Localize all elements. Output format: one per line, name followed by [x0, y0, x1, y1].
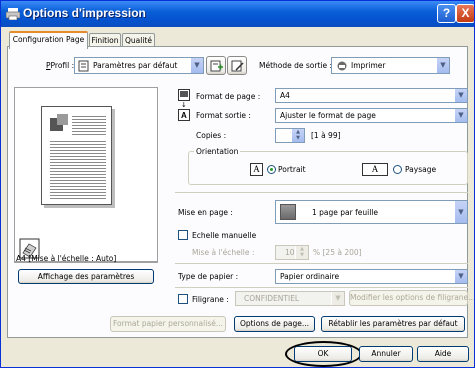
landscape-icon: A [362, 163, 388, 176]
paper-type-label: Type de papier : [178, 272, 239, 281]
preview-graphic [50, 114, 69, 134]
manual-scale-checkbox[interactable] [178, 230, 188, 240]
restore-defaults-button[interactable]: Rétablir les paramètres par défaut [321, 316, 465, 332]
page-setup-panel: PProfil : Paramètres par défaut ▼ Méthod… [7, 46, 474, 338]
help-button[interactable]: Aide [417, 346, 469, 362]
show-settings-button[interactable]: Affichage des paramètres [18, 269, 154, 284]
close-button[interactable]: X [456, 4, 474, 23]
landscape-radio[interactable] [393, 165, 402, 174]
watermark-checkbox[interactable] [178, 294, 188, 304]
output-format-icon: A [178, 109, 190, 121]
preview-text-lines [50, 140, 106, 200]
preview-caption: A4 [Mise à l'échelle : Auto] [16, 254, 117, 263]
page-preview [14, 87, 158, 262]
chevron-down-icon[interactable]: ▼ [331, 292, 344, 305]
output-format-value: Ajuster le format de page [280, 111, 376, 120]
page-format-value: A4 [280, 91, 290, 100]
layout-value: 1 page par feuille [312, 208, 378, 217]
watermark-select[interactable]: CONFIDENTIEL ▼ [235, 291, 345, 306]
landscape-label: Paysage [405, 165, 437, 174]
stepper-arrows-icon[interactable]: ▲ ▼ [291, 129, 304, 142]
page-format-label: Format de page : [196, 92, 261, 101]
paper-type-value: Papier ordinaire [280, 272, 340, 281]
portrait-radio[interactable] [267, 165, 276, 174]
watermark-value: CONFIDENTIEL [244, 294, 300, 303]
help-title-button[interactable]: ? [437, 4, 456, 23]
stepper-arrows-icon[interactable]: ▲ ▼ [295, 246, 308, 259]
paper-type-select[interactable]: Papier ordinaire ▼ [275, 269, 468, 284]
scale-label: Mise à l'échelle : [192, 248, 255, 257]
chevron-down-icon[interactable]: ▼ [454, 109, 467, 122]
edit-watermark-button[interactable]: Modifier les options de filigrane... [349, 290, 474, 306]
copies-stepper[interactable]: 1 ▲▼ [275, 128, 305, 143]
edit-profile-icon [231, 60, 244, 72]
printer-icon [6, 8, 20, 20]
page-format-icon [178, 89, 190, 101]
add-profile-icon [210, 60, 223, 72]
copies-range: [1 à 99] [311, 131, 341, 140]
profile-select[interactable]: Paramètres par défaut ▼ [74, 57, 204, 74]
profile-value: Paramètres par défaut [93, 61, 178, 70]
layout-select[interactable]: 1 page par feuille ▼ [275, 200, 468, 224]
output-format-select[interactable]: Ajuster le format de page ▼ [275, 108, 468, 123]
print-options-window: Options d'impression ? X Configuration P… [0, 0, 475, 368]
preview-text-lines [72, 115, 106, 137]
layout-label: Mise en page : [178, 208, 233, 217]
preview-sheet [41, 106, 112, 205]
chevron-down-icon[interactable]: ▼ [454, 89, 467, 102]
chevron-down-icon[interactable]: ▼ [454, 270, 467, 283]
focus-ring [285, 341, 362, 367]
profile-icon [78, 60, 89, 72]
edit-profile-button[interactable] [227, 56, 247, 75]
watermark-label: Filigrane : [192, 295, 229, 304]
portrait-icon: A [250, 163, 263, 176]
window-title: Options d'impression [23, 6, 146, 20]
page-options-button[interactable]: Options de page... [234, 316, 315, 332]
chevron-down-icon[interactable]: ▼ [436, 58, 449, 73]
scale-range: % [25 à 200] [313, 248, 362, 257]
chevron-down-icon[interactable]: ▼ [454, 201, 467, 223]
output-method-label: Méthode de sortie : [259, 61, 333, 70]
title-bar[interactable]: Options d'impression ? X [1, 1, 474, 27]
copies-label: Copies : [196, 131, 227, 140]
output-method-value: Imprimer [351, 61, 386, 70]
manual-scale-label: Echelle manuelle [192, 231, 257, 240]
add-profile-button[interactable] [206, 56, 226, 75]
custom-paper-size-button[interactable]: Format papier personnalisé... [110, 316, 226, 332]
chevron-down-icon[interactable]: ▼ [190, 58, 203, 73]
output-method-select[interactable]: Imprimer ▼ [331, 57, 450, 74]
orientation-label: Orientation [194, 147, 241, 156]
output-format-label: Format sortie : [196, 111, 251, 120]
tab-page-setup[interactable]: Configuration Page [9, 31, 88, 49]
printer-icon [337, 61, 347, 71]
portrait-label: Portrait [278, 165, 306, 174]
cancel-button[interactable]: Annuler [359, 346, 413, 362]
svg-text:A: A [181, 111, 187, 120]
arrow-down-icon: ↓ [181, 101, 187, 109]
page-format-select[interactable]: A4 ▼ [275, 88, 468, 103]
profile-label: PProfil : [46, 61, 75, 70]
layout-icon [280, 204, 296, 220]
scale-stepper[interactable]: 100 ▲ ▼ [275, 245, 309, 260]
